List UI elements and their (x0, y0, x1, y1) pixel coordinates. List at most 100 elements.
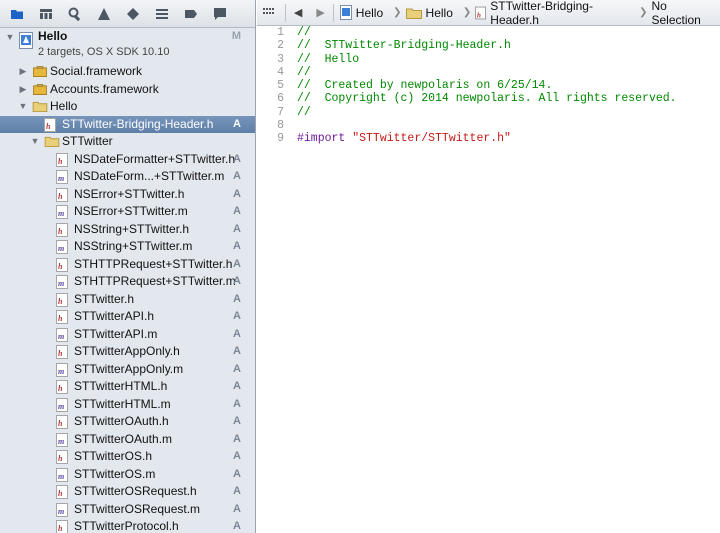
header-file-icon: h (56, 380, 68, 394)
tree-file-row[interactable]: m NSError+STTwitter.m A (0, 203, 255, 221)
tree-group-row[interactable]: ▼ STTwitter (0, 133, 255, 151)
related-items-icon[interactable] (263, 7, 275, 19)
tree-group-row[interactable]: ▶ Social.framework (0, 63, 255, 81)
scm-status-badge: A (233, 397, 241, 410)
jump-bar: ◀ ▶ Hello ❯ Hello ❯ h STTwitter-Bridging… (257, 0, 720, 27)
line-number: 2 (277, 39, 284, 53)
line-number: 1 (277, 26, 284, 39)
tree-item-label: STTwitterAppOnly.m (74, 361, 184, 376)
header-file-icon: h (44, 117, 56, 132)
scm-status-badge: A (233, 415, 241, 427)
implementation-file-icon: m (56, 362, 68, 377)
forward-arrow-icon[interactable]: ▶ (316, 6, 324, 19)
project-subtitle: 2 targets, OS X SDK 10.10 (38, 46, 170, 58)
tree-item-label: STTwitterOAuth.m (74, 431, 173, 446)
tree-file-row[interactable]: h STTwitterProtocol.h A (0, 518, 255, 533)
header-file-icon: h (56, 345, 68, 359)
test-navigator-icon[interactable] (122, 3, 144, 25)
line-number: 7 (277, 105, 284, 119)
tree-file-row[interactable]: h STTwitterOS.h A (0, 448, 255, 466)
disclosure-triangle-icon[interactable]: ▶ (18, 81, 28, 99)
code-area[interactable]: 1 // 2 // STTwitter-Bridging-Header.h 3 // He… (257, 26, 720, 533)
project-root-row[interactable]: ▼ Hello 2 targets, OS X SDK 10.10 M (0, 28, 255, 63)
code-line: 1 // (257, 26, 720, 39)
tree-file-row[interactable]: m STTwitterHTML.m A (0, 396, 255, 414)
tree-file-row[interactable]: m STHTTPRequest+STTwitter.m A (0, 273, 255, 291)
tree-item-label: STTwitterProtocol.h (74, 519, 179, 533)
back-arrow-icon[interactable]: ◀ (294, 6, 302, 19)
header-file-icon: h (56, 520, 68, 533)
tree-file-row[interactable]: h NSDateFormatter+STTwitter.h A (0, 151, 255, 169)
disclosure-triangle-icon[interactable]: ▼ (5, 32, 15, 42)
tree-group-row[interactable]: ▼ Hello (0, 98, 255, 116)
line-text: // Hello (297, 52, 360, 66)
tree-item-label: NSDateForm...+STTwitter.m (74, 169, 225, 183)
tree-item-label: NSDateFormatter+STTwitter.h (74, 151, 236, 166)
breadcrumb-project[interactable]: Hello (339, 5, 384, 20)
code-line: 4 // (257, 66, 720, 79)
tree-file-row[interactable]: h STTwitterAppOnly.h A (0, 343, 255, 361)
tree-file-row[interactable]: h STTwitterAPI.h A (0, 308, 255, 326)
implementation-file-icon: m (56, 170, 68, 184)
breadcrumb-file[interactable]: h STTwitter-Bridging-Header.h (475, 0, 629, 27)
issue-navigator-icon[interactable] (93, 3, 115, 25)
breadcrumb-selection[interactable]: No Selection (651, 0, 714, 27)
scm-status-badge: A (233, 380, 241, 392)
debug-navigator-icon[interactable] (151, 3, 173, 25)
scm-status-badge: A (233, 152, 241, 165)
tree-file-row[interactable]: m STTwitterOAuth.m A (0, 431, 255, 449)
tree-file-row[interactable]: h STTwitter.h A (0, 291, 255, 309)
project-navigator-icon[interactable] (6, 3, 28, 25)
breakpoint-navigator-icon[interactable] (180, 3, 202, 25)
framework-icon (33, 83, 47, 95)
tree-file-row[interactable]: h STTwitter-Bridging-Header.h A (0, 115, 255, 133)
tree-item-label: Hello (50, 99, 78, 113)
tree-file-row[interactable]: h STTwitterHTML.h A (0, 378, 255, 396)
tree-item-label: STTwitterAPI.m (74, 326, 158, 341)
tree-file-row[interactable]: h STTwitterOSRequest.h A (0, 483, 255, 501)
project-file-icon (19, 32, 33, 49)
scm-status-badge: A (233, 467, 241, 480)
tree-file-row[interactable]: h NSString+STTwitter.h A (0, 221, 255, 239)
implementation-file-icon: m (56, 432, 68, 447)
tree-file-row[interactable]: m NSString+STTwitter.m A (0, 238, 255, 256)
tree-file-row[interactable]: m STTwitterAppOnly.m A (0, 361, 255, 379)
breadcrumb-label: Hello (355, 5, 384, 20)
breadcrumb-group[interactable]: Hello (405, 6, 453, 20)
tree-file-row[interactable]: h NSError+STTwitter.h A (0, 186, 255, 204)
tree-file-row[interactable]: m STTwitterOSRequest.m A (0, 501, 255, 519)
log-navigator-icon[interactable] (209, 3, 231, 25)
line-number: 9 (277, 132, 284, 146)
tree-file-row[interactable]: m STTwitterOS.m A (0, 466, 255, 484)
code-line: 9 #import "STTwitter/STTwitter.h" (257, 132, 720, 145)
scm-status-badge: A (233, 117, 241, 130)
symbol-navigator-icon[interactable] (35, 3, 57, 25)
tree-file-row[interactable]: m NSDateForm...+STTwitter.m A (0, 168, 255, 186)
header-file-icon: h (56, 187, 68, 202)
tree-item-label: STTwitterOSRequest.m (74, 501, 201, 516)
framework-icon (33, 66, 47, 77)
tree-file-row[interactable]: h STTwitterOAuth.h A (0, 413, 255, 431)
line-text: // Copyright (c) 2014 newpolaris. All ri… (297, 92, 677, 106)
tree-group-row[interactable]: ▶ Accounts.framework (0, 81, 255, 99)
search-navigator-icon[interactable] (64, 3, 86, 25)
line-text: // Created by newpolaris on 6/25/14. (297, 79, 553, 93)
navigator-selector-bar (0, 0, 255, 28)
disclosure-triangle-icon[interactable]: ▼ (18, 98, 28, 116)
line-number: 5 (277, 79, 284, 93)
line-number: 6 (277, 92, 284, 106)
code-line: 7 // (257, 106, 720, 119)
tree-item-label: STTwitterOAuth.h (74, 414, 169, 428)
tree-file-row[interactable]: h STHTTPRequest+STTwitter.h A (0, 256, 255, 274)
disclosure-triangle-icon[interactable]: ▶ (18, 63, 28, 81)
disclosure-triangle-icon[interactable]: ▼ (30, 133, 40, 151)
implementation-file-icon: m (56, 327, 68, 342)
scm-status-badge: M (231, 30, 241, 42)
line-text: // (297, 26, 311, 39)
header-file-icon: h (56, 152, 68, 167)
code-line: 2 // STTwitter-Bridging-Header.h (257, 39, 720, 52)
tree-item-label: NSError+STTwitter.h (74, 186, 185, 201)
folder-icon (32, 101, 48, 112)
tree-item-label: STTwitterAppOnly.h (74, 344, 180, 358)
tree-file-row[interactable]: m STTwitterAPI.m A (0, 326, 255, 344)
